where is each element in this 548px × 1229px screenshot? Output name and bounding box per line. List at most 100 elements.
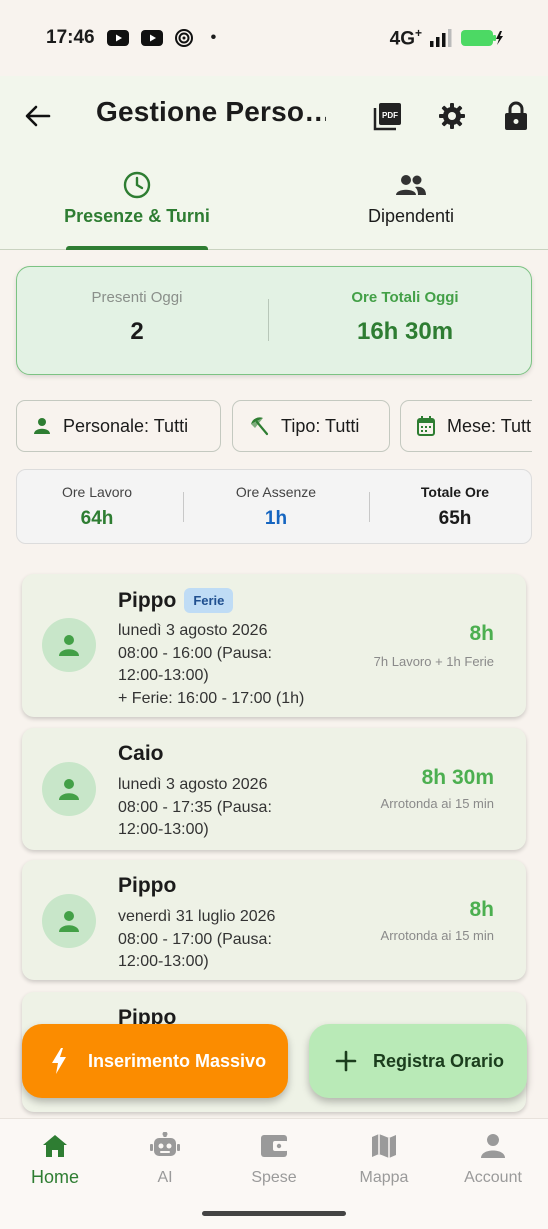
entry-hours: 8h [469, 898, 494, 921]
list-item[interactable]: Pippo Ferie lunedì 3 agosto 2026 08:00 -… [22, 574, 526, 717]
youtube-icon [140, 30, 163, 46]
avatar [42, 618, 96, 672]
home-icon [43, 1135, 67, 1157]
entry-name: Caio [118, 742, 164, 766]
divider [369, 492, 370, 522]
entry-hours-note: Arrotonda ai 15 min [380, 796, 494, 811]
employee-name: Caio [118, 742, 164, 765]
entry-break: 12:00-13:00) [118, 821, 209, 838]
map-icon [372, 1134, 396, 1158]
total-hours-value: 65h [438, 508, 472, 529]
app-bar: Gestione Perso… PDF [0, 76, 548, 154]
clock-icon [123, 171, 151, 199]
nav-account[interactable]: Account [438, 1119, 548, 1199]
filter-row: Personale: Tutti Tipo: Tutti Mese: Tutti [16, 400, 532, 452]
filter-chip-label: Personale: Tutti [63, 415, 189, 436]
battery-icon [460, 28, 504, 48]
lightning-icon [50, 1047, 68, 1075]
back-button[interactable] [20, 98, 56, 134]
register-time-button[interactable]: Registra Orario [309, 1024, 527, 1098]
person-icon [34, 418, 50, 434]
arrow-left-icon [25, 105, 51, 127]
robot-icon [150, 1132, 180, 1156]
nav-mappa[interactable]: Mappa [329, 1119, 439, 1199]
entry-date: lunedì 3 agosto 2026 [118, 776, 268, 793]
account-icon [481, 1134, 505, 1158]
entry-date: venerdì 31 luglio 2026 [118, 908, 276, 925]
beach-umbrella-icon [251, 417, 269, 436]
tab-label: Dipendenti [367, 206, 455, 226]
svg-text:PDF: PDF [382, 111, 398, 120]
plus-icon [335, 1050, 357, 1072]
absence-hours-value: 1h [264, 508, 288, 529]
divider [268, 299, 269, 341]
entry-hours-note: 7h Lavoro + 1h Ferie [373, 654, 494, 669]
total-hours-today-value: 16h 30m [356, 318, 454, 345]
filter-chip-personale[interactable]: Personale: Tutti [16, 400, 221, 452]
entry-details: venerdì 31 luglio 2026 08:00 - 17:00 (Pa… [118, 906, 318, 974]
entry-time: 08:00 - 16:00 (Pausa: [118, 644, 272, 662]
absence-hours-label: Ore Assenze [235, 484, 317, 500]
total-hours: Totale Ore 65h [375, 484, 535, 530]
total-hours-today-label: Ore Totali Oggi [351, 289, 459, 306]
work-hours-label: Ore Lavoro [61, 484, 133, 500]
gear-icon [439, 103, 465, 129]
total-hours-today: Ore Totali Oggi 16h 30m [285, 289, 525, 346]
entry-extra: + Ferie: 16:00 - 17:00 (1h) [118, 689, 305, 707]
employee-name: Pippo [118, 588, 177, 612]
tab-indicator [66, 246, 208, 250]
tab-presenze-turni[interactable]: Presenze & Turni [0, 154, 274, 250]
home-indicator[interactable] [202, 1211, 346, 1216]
hours-totals-card: Ore Lavoro 64h Ore Assenze 1h Totale Ore… [16, 469, 532, 544]
avatar [42, 894, 96, 948]
entry-hours: 8h 30m [421, 766, 494, 789]
status-time: 17:46 [46, 27, 95, 48]
absence-hours: Ore Assenze 1h [196, 484, 356, 530]
nav-ai[interactable]: AI [110, 1119, 220, 1199]
divider [183, 492, 184, 522]
settings-button[interactable] [432, 96, 472, 136]
daily-summary-card: Presenti Oggi 2 Ore Totali Oggi 16h 30m [16, 266, 532, 375]
entry-date: lunedì 3 agosto 2026 [118, 622, 268, 639]
person-icon [59, 635, 79, 656]
bulk-insert-label: Inserimento Massivo [88, 1050, 267, 1071]
list-item[interactable]: Caio lunedì 3 agosto 2026 08:00 - 17:35 … [22, 728, 526, 850]
pdf-button[interactable]: PDF [368, 96, 408, 136]
status-dot: • [210, 29, 217, 46]
tab-label: Presenze & Turni [64, 206, 210, 226]
lock-icon [505, 101, 527, 130]
youtube-icon [106, 30, 129, 46]
entry-hours: 8h [469, 622, 494, 645]
lock-button[interactable] [496, 96, 536, 136]
list-item[interactable]: Pippo venerdì 31 luglio 2026 08:00 - 17:… [22, 860, 526, 980]
nav-label: Mappa [359, 1169, 409, 1186]
page-title: Gestione Perso… [96, 96, 326, 127]
entry-name: Pippo [118, 874, 176, 898]
present-today-value: 2 [130, 318, 144, 345]
filter-chip-label: Mese: Tutti [447, 415, 532, 436]
entry-details: lunedì 3 agosto 2026 08:00 - 16:00 (Paus… [118, 620, 348, 710]
bottom-navigation: Home AI Spese Mappa Account [0, 1118, 548, 1229]
present-today: Presenti Oggi 2 [17, 289, 257, 346]
register-time-label: Registra Orario [373, 1050, 505, 1071]
tab-dipendenti[interactable]: Dipendenti [274, 154, 548, 250]
nav-label: Account [464, 1169, 522, 1186]
nav-home[interactable]: Home [0, 1119, 110, 1199]
filter-chip-mese[interactable]: Mese: Tutti [400, 400, 532, 452]
nav-label: AI [157, 1169, 173, 1186]
nav-spese[interactable]: Spese [219, 1119, 329, 1199]
tab-bar: Presenze & Turni Dipendenti [0, 154, 548, 250]
filter-chip-label: Tipo: Tutti [281, 415, 360, 436]
absence-badge: Ferie [184, 588, 234, 613]
nav-label: Spese [251, 1169, 297, 1186]
filter-chip-tipo[interactable]: Tipo: Tutti [232, 400, 390, 452]
avatar [42, 762, 96, 816]
person-icon [59, 779, 79, 800]
bulk-insert-button[interactable]: Inserimento Massivo [22, 1024, 288, 1098]
pdf-icon: PDF [373, 103, 401, 131]
nav-label: Home [30, 1167, 79, 1187]
entry-hours-note: Arrotonda ai 15 min [380, 928, 494, 943]
people-icon [396, 175, 426, 195]
person-icon [59, 911, 79, 932]
signal-icon [430, 28, 452, 47]
